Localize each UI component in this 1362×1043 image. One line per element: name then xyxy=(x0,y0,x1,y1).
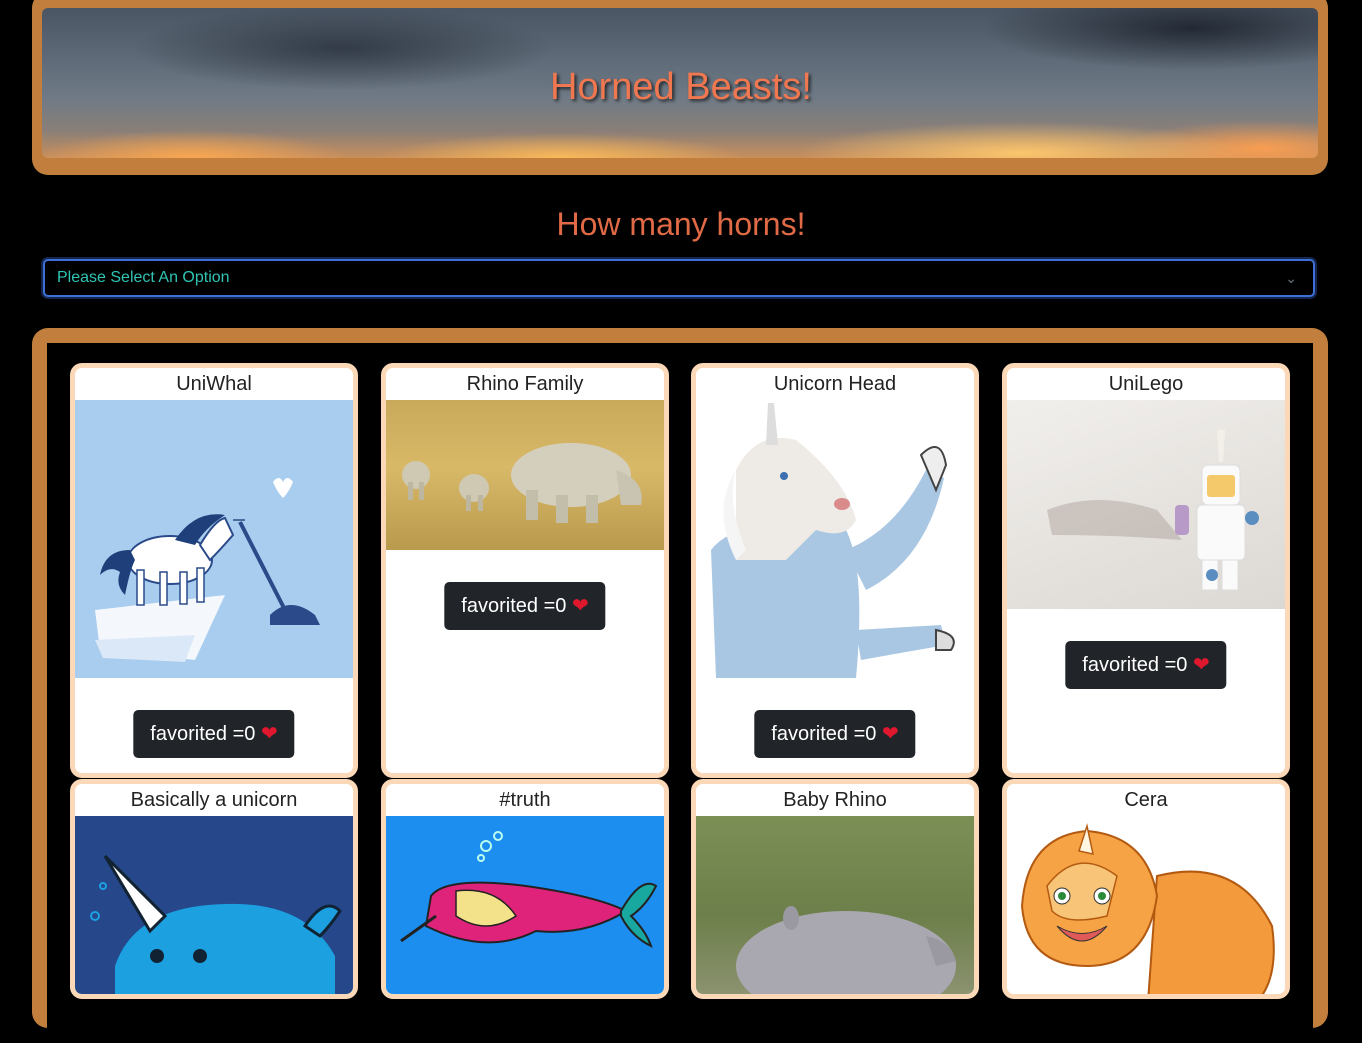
beast-card: UniLego favorited =0 ❤ xyxy=(1002,363,1290,778)
favorite-label: favorited = xyxy=(150,723,245,745)
favorite-label: favorited = xyxy=(771,723,866,745)
heart-icon: ❤ xyxy=(571,595,589,617)
favorite-count: 0 xyxy=(555,595,567,617)
beast-card: Cera xyxy=(1002,779,1290,999)
card-title: Basically a unicorn xyxy=(130,789,298,811)
favorite-button[interactable]: favorited =0 ❤ xyxy=(444,582,606,630)
beast-card: Basically a unicorn xyxy=(70,779,358,999)
beast-card: Unicorn Head favorited =0 ❤ xyxy=(691,363,979,778)
card-title: Cera xyxy=(1124,789,1168,811)
beast-card: Rhino Family favorited =0 ❤ xyxy=(381,363,669,778)
filter-heading: How many horns! xyxy=(556,206,806,242)
horns-select-value: Please Select An Option xyxy=(57,269,230,286)
heart-icon: ❤ xyxy=(881,723,899,745)
favorite-count: 0 xyxy=(1176,654,1188,676)
favorite-label: favorited = xyxy=(1082,654,1177,676)
heart-icon: ❤ xyxy=(260,723,278,745)
card-image[interactable] xyxy=(696,816,974,994)
favorite-label: favorited = xyxy=(461,595,556,617)
page-title: Horned Beasts! xyxy=(550,66,812,108)
favorite-count: 0 xyxy=(865,723,877,745)
card-image[interactable] xyxy=(386,400,664,550)
card-title: UniWhal xyxy=(176,373,252,395)
card-image[interactable] xyxy=(75,816,353,994)
card-image[interactable] xyxy=(1007,400,1285,609)
card-title: #truth xyxy=(499,789,551,811)
card-title: Unicorn Head xyxy=(773,373,897,395)
beast-card: #truth xyxy=(381,779,669,999)
chevron-down-icon: ⌄ xyxy=(1285,270,1297,286)
favorite-count: 0 xyxy=(244,723,256,745)
card-title: Baby Rhino xyxy=(783,789,887,811)
card-image[interactable] xyxy=(1007,816,1285,994)
card-image[interactable] xyxy=(75,400,353,678)
card-title: UniLego xyxy=(1108,373,1184,395)
favorite-button[interactable]: favorited =0 ❤ xyxy=(754,710,916,758)
card-title: Rhino Family xyxy=(466,373,584,395)
horns-select[interactable]: Please Select An Option ⌄ xyxy=(43,259,1315,297)
favorite-button[interactable]: favorited =0 ❤ xyxy=(133,710,295,758)
card-image[interactable] xyxy=(696,400,974,678)
beast-card: Baby Rhino xyxy=(691,779,979,999)
beast-card: UniWhal favorited =0 ❤ xyxy=(70,363,358,778)
heart-icon: ❤ xyxy=(1192,654,1210,676)
card-image[interactable] xyxy=(386,816,664,994)
favorite-button[interactable]: favorited =0 ❤ xyxy=(1065,641,1227,689)
